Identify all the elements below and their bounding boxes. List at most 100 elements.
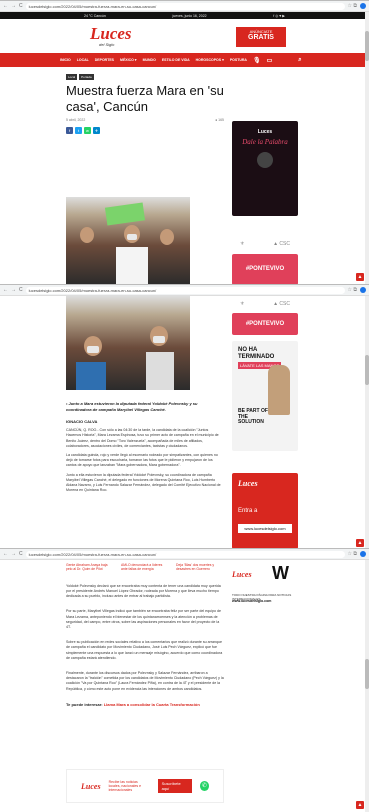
date-text: jueves, junio 16, 2022 xyxy=(172,13,207,18)
whatsapp-share-icon[interactable]: w xyxy=(84,127,91,135)
related-link[interactable]: AMLO denunciará a líderes ante fallas de… xyxy=(121,563,169,572)
address-bar: ← → C lucesdelsiglo.com/2022/04/05/muest… xyxy=(0,549,369,560)
scroll-top-button[interactable]: ▲ xyxy=(356,801,364,809)
paragraph: Por su parte, Maryibel Villegas indicó q… xyxy=(66,609,221,630)
article-text: CANCÚN, Q. ROO.- Con sólo a las 04:30 de… xyxy=(66,428,224,493)
reload-icon[interactable]: C xyxy=(19,3,23,9)
profile-avatar-icon[interactable] xyxy=(360,3,366,9)
article-tags: Local Portada xyxy=(66,74,224,80)
luces-promo-logo: Luces xyxy=(238,479,258,488)
covid-ad-tagline: BE PART OF THE SOLUTION xyxy=(238,408,268,426)
pontevivo-ad[interactable]: #PONTEVIVO xyxy=(232,254,298,285)
site-logo-sub: del Siglo xyxy=(99,42,115,47)
article-header: Local Portada Muestra fuerza Mara en 'su… xyxy=(66,74,224,135)
photo-caption: • Junto a Mara estuvieron la diputada fe… xyxy=(66,401,198,412)
nav-item-horoscopos[interactable]: HOROSCOPOS ▾ xyxy=(196,58,224,62)
related-cta-link[interactable]: Llama Mara a consolidar la Cuarta Transf… xyxy=(104,702,200,707)
scrollbar-thumb[interactable] xyxy=(365,659,369,689)
reload-icon[interactable]: C xyxy=(19,287,23,293)
header-ad-big: GRATIS xyxy=(248,34,274,42)
nav-item-postura[interactable]: POSTURA xyxy=(230,58,247,62)
browser-window-2: ← → C lucesdelsiglo.com/2022/04/05/muest… xyxy=(0,284,369,549)
telegram-share-icon[interactable]: ✈ xyxy=(93,127,100,135)
back-icon[interactable]: ← xyxy=(3,287,8,293)
photo-mask xyxy=(153,336,165,343)
extensions-icon[interactable]: ☆ ⧉ xyxy=(348,287,357,293)
reload-icon[interactable]: C xyxy=(19,551,23,557)
related-link[interactable]: Deja 'Blas' dos muertes y desastres en G… xyxy=(176,563,224,572)
tv-icon[interactable]: ▭ xyxy=(267,57,273,64)
newsletter-text: Recibe las noticias locales, nacionales … xyxy=(108,780,142,792)
related-cta: Te puede interesar: Llama Mara a consoli… xyxy=(66,702,224,707)
article-meta: 5 abril, 2022 ● 165 xyxy=(66,118,224,122)
logos-row: ⚜ ▲ CSC xyxy=(232,237,298,251)
photo-person xyxy=(160,229,174,245)
nav-item-mexico[interactable]: MÉXICO ▾ xyxy=(120,58,137,62)
scroll-top-button[interactable]: ▲ xyxy=(356,273,364,281)
url-field[interactable]: lucesdelsiglo.com/2022/04/05/muestra-fue… xyxy=(25,2,345,10)
twitter-share-icon[interactable]: t xyxy=(75,127,82,135)
site-topbar: 24 °C Cancún jueves, junio 16, 2022 f ◎ … xyxy=(0,12,369,19)
nav-item-local[interactable]: LOCAL xyxy=(77,58,89,62)
forward-icon[interactable]: → xyxy=(11,287,16,293)
covid-ad[interactable]: NO HA TERMINADO LÁVATE LAS MANOS BE PART… xyxy=(232,341,298,451)
nav-item-mundo[interactable]: MUNDO xyxy=(143,58,156,62)
scrollbar[interactable] xyxy=(365,296,369,549)
article-photo xyxy=(66,197,190,285)
tag-portada[interactable]: Portada xyxy=(79,74,94,80)
luces-promo-ad[interactable]: Luces Entra a www.lucesdelsiglo.com xyxy=(232,473,298,549)
tag-local[interactable]: Local xyxy=(66,74,78,80)
nav-item-deportes[interactable]: DEPORTES xyxy=(95,58,114,62)
article-views: ● 165 xyxy=(215,118,224,123)
profile-avatar-icon[interactable] xyxy=(360,551,366,557)
csc-logo: ▲ CSC xyxy=(273,301,290,307)
forward-icon[interactable]: → xyxy=(11,551,16,557)
contact-ad-mark: W xyxy=(272,563,289,583)
profile-avatar-icon[interactable] xyxy=(360,287,366,293)
search-icon[interactable]: ⌕ xyxy=(298,57,301,64)
related-links: Gente Abraham Anaya baja pelo al Dr. Qui… xyxy=(66,563,224,572)
address-bar: ← → C lucesdelsiglo.com/2022/04/05/muest… xyxy=(0,285,369,296)
photo-person xyxy=(80,227,94,243)
contact-ad[interactable]: Luces W xyxy=(232,563,298,593)
back-icon[interactable]: ← xyxy=(3,551,8,557)
back-icon[interactable]: ← xyxy=(3,3,8,9)
extensions-icon[interactable]: ☆ ⧉ xyxy=(348,3,357,9)
luces-promo-url: www.lucesdelsiglo.com xyxy=(238,524,292,533)
header-ad-line: ANÚNCIATE xyxy=(249,29,273,34)
site-header: Luces del Siglo ANÚNCIATE GRATIS xyxy=(0,19,369,53)
facebook-share-icon[interactable]: f xyxy=(66,127,73,135)
forward-icon[interactable]: → xyxy=(11,3,16,9)
paragraph: Junto a ella estuvieron la diputada fede… xyxy=(66,472,221,493)
nav-item-inicio[interactable]: INICIO xyxy=(60,58,71,62)
subscribe-button[interactable]: Suscríbete aquí xyxy=(157,779,192,793)
photo-sign xyxy=(104,202,146,226)
side-ad-dale[interactable]: Luces Dale la Palabra xyxy=(232,121,298,216)
whatsapp-icon[interactable]: ✆ xyxy=(199,781,209,791)
related-link[interactable]: Gente Abraham Anaya baja pelo al Dr. Qui… xyxy=(66,563,114,572)
scrollbar-thumb[interactable] xyxy=(365,31,369,61)
social-icons[interactable]: f ◎ ♥ ▶ xyxy=(273,14,285,18)
header-ad[interactable]: ANÚNCIATE GRATIS xyxy=(236,27,286,47)
site-logo[interactable]: Luces xyxy=(90,25,132,42)
paragraph: Yoldoké Polevnsky declaró que se encontr… xyxy=(66,583,221,599)
newsletter-banner: Luces Recibe las noticias locales, nacio… xyxy=(66,769,224,803)
url-field[interactable]: lucesdelsiglo.com/2022/04/05/muestra-fue… xyxy=(25,550,345,558)
pontevivo-ad[interactable]: #PONTEVIVO xyxy=(232,313,298,335)
browser-window-3: ← → C lucesdelsiglo.com/2022/04/05/muest… xyxy=(0,548,369,812)
covid-ad-figure xyxy=(268,365,290,415)
mic-icon[interactable]: 🎙 xyxy=(253,57,261,64)
nav-item-estilo[interactable]: ESTILO DE VIDA xyxy=(162,58,190,62)
photo-mask xyxy=(87,346,99,353)
side-ad-portrait xyxy=(257,152,273,168)
related-cta-prefix: Te puede interesar: xyxy=(66,701,103,707)
url-field[interactable]: lucesdelsiglo.com/2022/04/05/muestra-fue… xyxy=(25,286,345,294)
scroll-top-button[interactable]: ▲ xyxy=(356,539,364,547)
article-body: • Junto a Mara estuvieron la diputada fe… xyxy=(66,401,224,497)
contact-ad-url[interactable]: www.lucesdelsiglo.com xyxy=(232,599,298,603)
extensions-icon[interactable]: ☆ ⧉ xyxy=(348,551,357,557)
csc-logo: ▲ CSC xyxy=(273,241,290,247)
article-date: 5 abril, 2022 xyxy=(66,118,86,123)
scrollbar-thumb[interactable] xyxy=(365,355,369,385)
luces-promo-text: Entra a xyxy=(238,508,258,514)
